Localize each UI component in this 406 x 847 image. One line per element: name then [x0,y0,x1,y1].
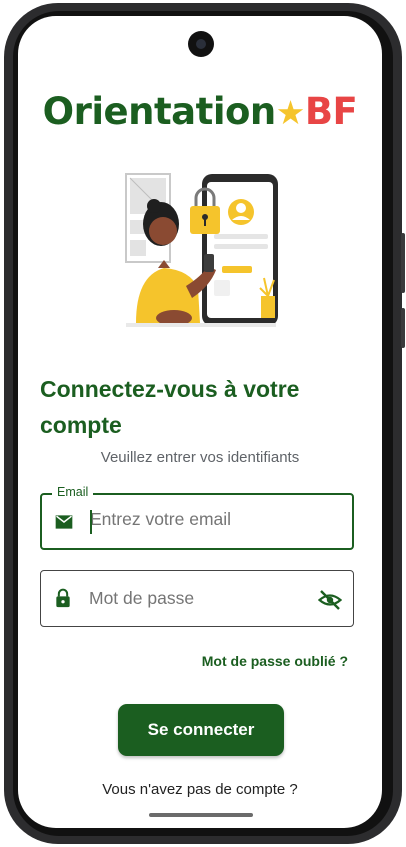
email-field[interactable]: Email [40,485,354,550]
page-title: Connectez-vous à votre compte [40,376,300,438]
password-field[interactable] [40,570,354,627]
logo-text-bf: BF [304,90,358,133]
power-button [401,308,405,348]
app-logo: Orientation★BF [18,90,382,133]
app-screen: Orientation★BF Connectez-vous à votre co… [18,16,382,828]
volume-button [401,233,405,293]
star-icon: ★ [275,93,306,132]
forgot-password-link[interactable]: Mot de passe oublié ? [202,653,348,669]
front-camera [188,31,214,57]
email-input[interactable] [90,493,310,546]
page-subtitle: Veuillez entrer vos identifiants [100,449,300,466]
signup-prompt[interactable]: Vous n'avez pas de compte ? [18,781,382,798]
eye-off-icon[interactable] [318,588,342,612]
mail-icon [55,515,73,529]
login-button[interactable]: Se connecter [118,704,284,756]
login-illustration [125,173,278,327]
password-input[interactable] [89,571,309,626]
home-indicator[interactable] [149,813,253,817]
email-field-label: Email [52,485,94,499]
lock-icon [56,588,70,608]
text-cursor [90,510,92,534]
logo-text-orientation: Orientation [42,90,277,133]
